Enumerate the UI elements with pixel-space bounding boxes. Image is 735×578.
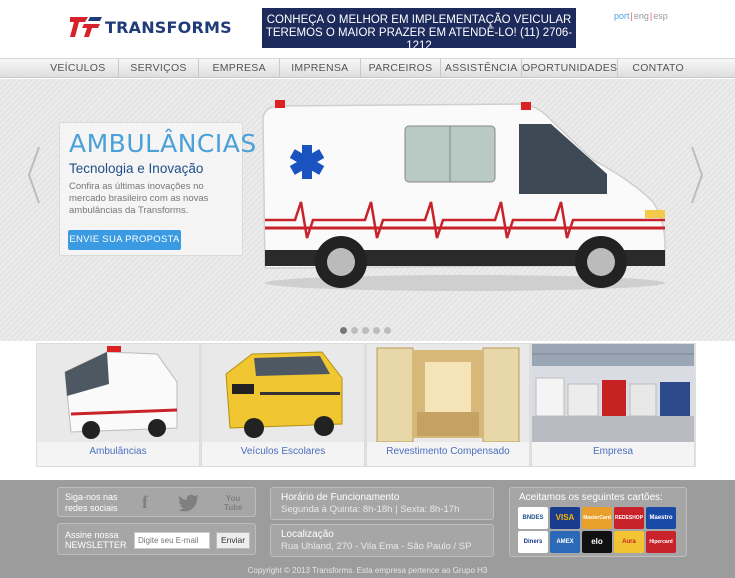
- transforms-logo-icon: [70, 17, 102, 37]
- thumb-label-revestimento-compensado[interactable]: Revestimento Compensado: [367, 446, 529, 457]
- lang-esp-link[interactable]: esp: [653, 11, 668, 21]
- card-diners-icon: Diners: [518, 531, 548, 553]
- copyright: Copyright © 2013 Transforms. Esta empres…: [247, 566, 488, 575]
- nav-item-veiculos[interactable]: VEÍCULOS: [38, 59, 119, 78]
- card-mastercard-icon: MasterCard: [582, 507, 612, 529]
- newsletter-box: Assine nossa NEWSLETTER Enviar: [57, 523, 256, 555]
- thumb-ambulancias[interactable]: Ambulâncias: [36, 343, 200, 467]
- card-bndes-icon: BNDES: [518, 507, 548, 529]
- location-box: Localização Rua Uhland, 270 - Vila Ema -…: [270, 524, 494, 557]
- card-hipercard-icon: Hipercard: [646, 531, 676, 553]
- thumb-revestimento-compensado[interactable]: Revestimento Compensado: [366, 343, 530, 467]
- cards-title: Aceitamos os seguintes cartões:: [519, 492, 663, 503]
- promo-box: AMBULÂNCIAS Tecnologia e Inovação Confir…: [59, 122, 256, 256]
- facebook-icon[interactable]: f: [142, 492, 148, 513]
- send-proposal-button[interactable]: ENVIE SUA PROPOSTA: [68, 230, 181, 250]
- lang-port-link[interactable]: port: [614, 11, 630, 21]
- thumb-label-ambulancias[interactable]: Ambulâncias: [37, 446, 199, 457]
- logo[interactable]: TRANSFORMS: [70, 15, 232, 39]
- cards-box: Aceitamos os seguintes cartões: BNDES VI…: [509, 487, 687, 557]
- slide-dot-5[interactable]: [384, 327, 391, 334]
- card-aura-icon: Aura: [614, 531, 644, 553]
- contact-banner[interactable]: CONHEÇA O MELHOR EM IMPLEMENTAÇÃO VEICUL…: [262, 8, 576, 52]
- school-van-thumb-image: [202, 344, 364, 442]
- slide-dot-1[interactable]: [340, 327, 347, 334]
- slide-dot-3[interactable]: [362, 327, 369, 334]
- location-text: Rua Uhland, 270 - Vila Ema - São Paulo /…: [281, 541, 472, 552]
- thumb-label-veiculos-escolares[interactable]: Veículos Escolares: [202, 446, 364, 457]
- hours-title: Horário de Funcionamento: [281, 492, 400, 503]
- wood-lining-thumb-image: [367, 344, 529, 442]
- factory-thumb-image: [532, 344, 694, 442]
- nav-item-oportunidades[interactable]: OPORTUNIDADES: [522, 59, 619, 78]
- main-nav: VEÍCULOS SERVIÇOS EMPRESA IMPRENSA PARCE…: [0, 58, 735, 78]
- social-box: Siga-nos nas redes sociais f You Tube: [57, 487, 256, 517]
- banner-line-2: TEREMOS O MAIOR PRAZER EM ATENDÊ-LO! (11…: [265, 27, 573, 52]
- youtube-icon[interactable]: You Tube: [224, 494, 243, 512]
- cards-grid: BNDES VISA MasterCard REDESHOP Maestro D…: [518, 507, 680, 553]
- thumb-empresa[interactable]: Empresa: [531, 343, 695, 467]
- twitter-icon[interactable]: [178, 494, 200, 512]
- ambulance-van-image: [262, 100, 666, 291]
- nav-item-parceiros[interactable]: PARCEIROS: [361, 59, 442, 78]
- newsletter-submit-button[interactable]: Enviar: [216, 532, 250, 549]
- newsletter-label: Assine nossa NEWSLETTER: [65, 530, 127, 550]
- card-elo-icon: elo: [582, 531, 612, 553]
- hours-text: Segunda à Quinta: 8h-18h | Sexta: 8h-17h: [281, 504, 460, 515]
- next-slide-arrow-icon[interactable]: [690, 145, 704, 205]
- promo-subtitle: Tecnologia e Inovação: [69, 161, 204, 176]
- social-label: Siga-nos nas redes sociais: [65, 492, 118, 513]
- lang-eng-link[interactable]: eng: [634, 11, 649, 21]
- newsletter-email-input[interactable]: [134, 532, 210, 549]
- card-redeshop-icon: REDESHOP: [614, 507, 644, 529]
- nav-item-contato[interactable]: CONTATO: [618, 59, 698, 78]
- lang-separator: |: [630, 11, 633, 21]
- slide-dot-2[interactable]: [351, 327, 358, 334]
- nav-item-servicos[interactable]: SERVIÇOS: [119, 59, 200, 78]
- language-switcher: port|eng|esp: [614, 11, 668, 21]
- slide-dot-4[interactable]: [373, 327, 380, 334]
- thumb-label-empresa[interactable]: Empresa: [532, 446, 694, 457]
- category-thumbnails: Ambulâncias Veículos Escolares Revestime…: [36, 343, 696, 467]
- promo-title: AMBULÂNCIAS: [69, 129, 257, 158]
- ambulance-thumb-image: [37, 344, 199, 442]
- lang-separator: |: [649, 11, 653, 21]
- card-maestro-icon: Maestro: [646, 507, 676, 529]
- thumb-veiculos-escolares[interactable]: Veículos Escolares: [201, 343, 365, 467]
- prev-slide-arrow-icon[interactable]: [27, 145, 41, 205]
- nav-item-imprensa[interactable]: IMPRENSA: [280, 59, 361, 78]
- card-visa-icon: VISA: [550, 507, 580, 529]
- nav-item-empresa[interactable]: EMPRESA: [199, 59, 281, 78]
- location-title: Localização: [281, 529, 334, 540]
- slide-dots: [340, 327, 391, 334]
- footer: Siga-nos nas redes sociais f You Tube As…: [0, 480, 735, 578]
- hours-box: Horário de Funcionamento Segunda à Quint…: [270, 487, 494, 520]
- logo-text: TRANSFORMS: [105, 17, 232, 37]
- nav-item-assistencia[interactable]: ASSISTÊNCIA: [441, 59, 523, 78]
- card-amex-icon: AMEX: [550, 531, 580, 553]
- banner-line-1: CONHEÇA O MELHOR EM IMPLEMENTAÇÃO VEICUL…: [266, 14, 572, 26]
- header: TRANSFORMS CONHEÇA O MELHOR EM IMPLEMENT…: [0, 0, 735, 58]
- promo-description: Confira as últimas inovações no mercado …: [69, 181, 209, 216]
